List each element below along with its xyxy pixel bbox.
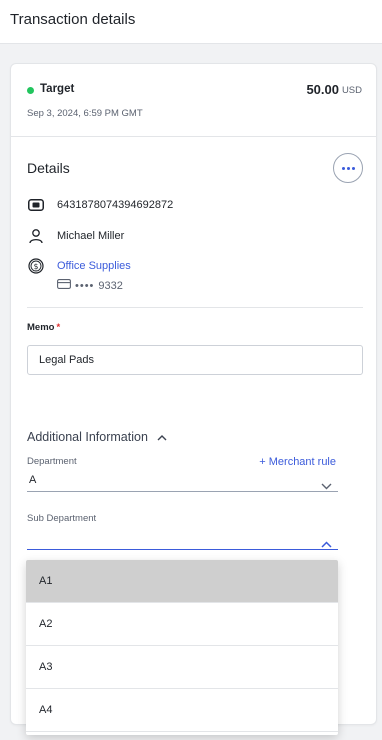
memo-label-text: Memo — [27, 322, 55, 333]
dropdown-option[interactable]: A2 — [26, 603, 338, 646]
more-horizontal-icon — [341, 166, 356, 170]
sub-department-dropdown: A1 A2 A3 A4 — [26, 560, 338, 735]
user-name: Michael Miller — [57, 230, 125, 242]
required-indicator: * — [56, 322, 61, 333]
dollar-coin-icon: $ — [27, 258, 45, 274]
dropdown-option[interactable]: A1 — [26, 560, 338, 603]
card-mask: •••• — [75, 279, 95, 292]
page-title: Transaction details — [10, 11, 136, 28]
chevron-up-icon — [321, 535, 332, 553]
sub-department-label: Sub Department — [27, 513, 97, 524]
department-select[interactable]: A — [27, 472, 338, 492]
currency-code: USD — [341, 85, 362, 96]
details-title: Details — [27, 160, 70, 176]
department-value: A — [29, 474, 37, 486]
transaction-timestamp: Sep 3, 2024, 6:59 PM GMT — [27, 108, 143, 119]
payment-card-row: •••• 9332 — [57, 279, 123, 292]
chevron-down-icon — [321, 477, 332, 495]
more-options-button[interactable] — [333, 153, 363, 183]
transaction-id: 6431878074394692872 — [57, 199, 174, 211]
card-last4: 9332 — [98, 279, 123, 292]
category-row: $ Office Supplies — [27, 258, 131, 274]
credit-card-icon — [57, 279, 71, 292]
additional-information-toggle[interactable]: Additional Information — [27, 428, 167, 446]
memo-input[interactable] — [27, 345, 363, 375]
divider — [27, 307, 363, 308]
sub-department-select[interactable] — [27, 530, 338, 550]
memo-label: Memo * — [27, 322, 60, 333]
svg-text:$: $ — [34, 262, 39, 271]
card-chip-icon — [27, 197, 45, 213]
divider — [11, 136, 376, 137]
merchant-name: Target — [40, 83, 75, 95]
status-dot — [27, 87, 34, 94]
merchant-rule-link[interactable]: + Merchant rule — [259, 456, 336, 468]
dropdown-option[interactable]: A4 — [26, 689, 338, 732]
department-label: Department — [27, 456, 77, 467]
top-bar: Transaction details — [0, 0, 382, 44]
additional-information-title: Additional Information — [27, 430, 148, 444]
person-icon — [27, 228, 45, 244]
transaction-amount: 50.00 — [306, 82, 339, 97]
dropdown-option[interactable]: A3 — [26, 646, 338, 689]
chevron-up-icon — [157, 428, 167, 446]
user-row: Michael Miller — [27, 228, 124, 244]
category-link[interactable]: Office Supplies — [57, 260, 131, 272]
transaction-id-row: 6431878074394692872 — [27, 197, 173, 213]
